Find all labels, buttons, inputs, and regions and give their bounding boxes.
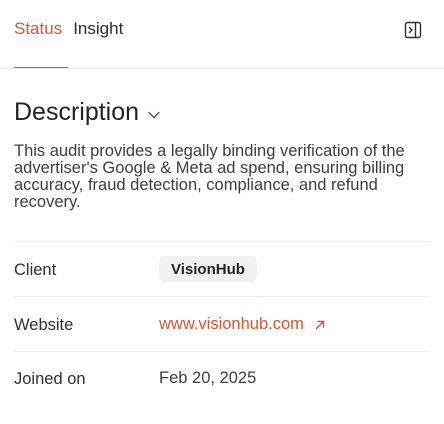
tab-bar: Status Insight [14,19,123,39]
chevron-down-icon [148,111,160,118]
section-title: Description [14,98,140,126]
client-badge: VisionHub [159,256,257,282]
tab-divider [0,68,444,69]
description-text: This audit provides a legally binding ve… [14,142,405,211]
joined-label: Joined on [14,370,86,388]
description-header[interactable]: Description [14,98,161,127]
tab-status[interactable]: Status [14,19,62,39]
arrow-up-right-icon[interactable] [314,319,326,331]
sidebar-panel-icon[interactable] [403,20,423,40]
website-url[interactable]: www.visionhub.com [159,315,304,334]
tab-insight[interactable]: Insight [73,19,123,39]
row-divider [14,296,430,297]
website-link[interactable]: www.visionhub.com [159,315,326,334]
row-divider [14,241,430,242]
row-divider [14,351,430,352]
website-label: Website [14,316,74,334]
joined-date: Feb 20, 2025 [159,369,257,387]
client-label: Client [14,261,57,279]
